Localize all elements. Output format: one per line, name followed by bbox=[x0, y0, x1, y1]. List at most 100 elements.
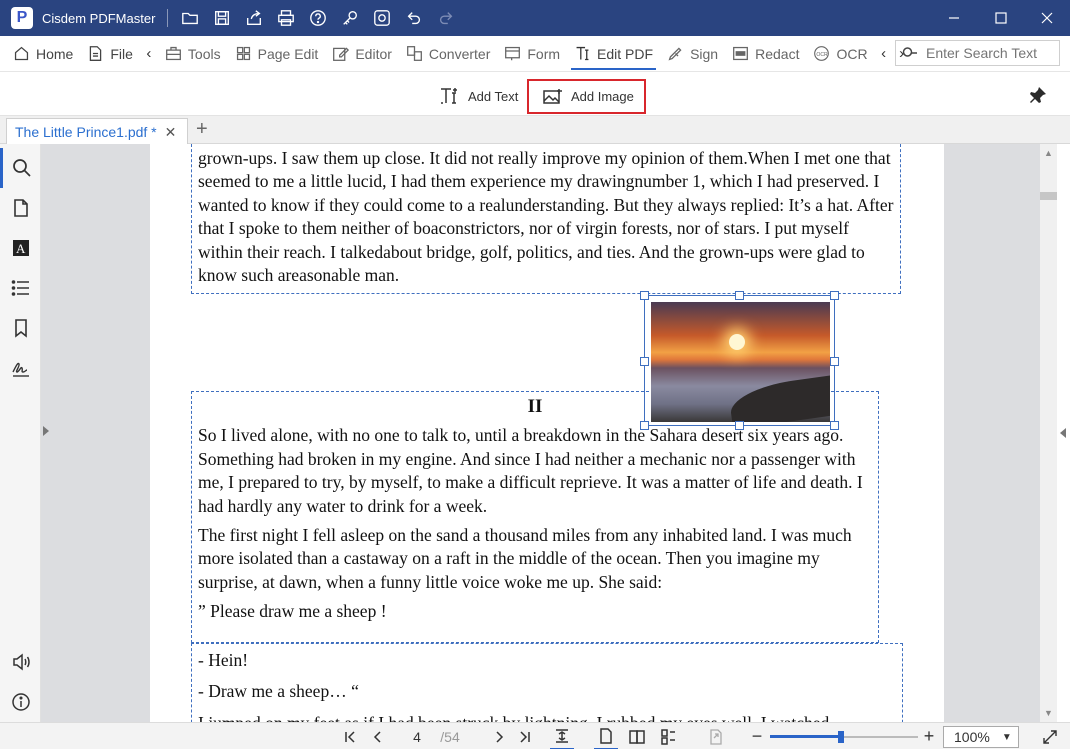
menu-converter[interactable]: Converter bbox=[399, 36, 497, 72]
zoom-in-icon[interactable]: + bbox=[920, 723, 938, 749]
line-draw-sheep: - Draw me a sheep… “ bbox=[198, 681, 359, 702]
document-tab-title: The Little Prince1.pdf * bbox=[15, 124, 157, 140]
close-window-button[interactable] bbox=[1024, 0, 1070, 36]
menu-converter-label: Converter bbox=[428, 45, 491, 62]
search-input[interactable] bbox=[926, 45, 1056, 61]
redo-icon[interactable] bbox=[430, 0, 462, 36]
close-tab-icon[interactable]: ✕ bbox=[165, 124, 177, 141]
scroll-down-icon[interactable]: ▼ bbox=[1044, 708, 1053, 718]
pin-icon[interactable] bbox=[1028, 85, 1048, 105]
text-block-1[interactable]: grown-ups. I saw them up close. It did n… bbox=[191, 144, 901, 294]
text-block-2[interactable]: II So I lived alone, with no one to talk… bbox=[191, 391, 879, 643]
fit-page-icon[interactable] bbox=[550, 723, 574, 749]
sidebar-read-aloud-icon[interactable] bbox=[0, 642, 41, 682]
sidebar-search-icon[interactable] bbox=[0, 148, 41, 188]
zoom-level-select[interactable]: 100% ▼ bbox=[943, 726, 1019, 748]
single-page-view-icon[interactable] bbox=[594, 723, 618, 749]
menu-tools-label: Tools bbox=[187, 45, 221, 62]
menu-scroll-left2-icon[interactable]: ‹ bbox=[875, 36, 893, 72]
menu-form[interactable]: Form bbox=[497, 36, 567, 72]
total-pages: /54 bbox=[440, 728, 460, 745]
sun-shape bbox=[729, 334, 745, 350]
menu-home-label: Home bbox=[36, 45, 74, 62]
menu-file[interactable]: File bbox=[80, 36, 140, 72]
menu-redact-label: Redact bbox=[755, 45, 800, 62]
next-page-icon[interactable] bbox=[489, 723, 509, 749]
maximize-button[interactable] bbox=[978, 0, 1024, 36]
minimize-button[interactable] bbox=[931, 0, 977, 36]
scroll-up-icon[interactable]: ▲ bbox=[1044, 148, 1053, 158]
add-text-icon bbox=[441, 88, 457, 104]
add-tab-icon[interactable]: + bbox=[196, 118, 208, 141]
fullscreen-icon[interactable] bbox=[1038, 723, 1062, 749]
document-viewport[interactable]: grown-ups. I saw them up close. It did n… bbox=[41, 144, 1057, 722]
menu-tools[interactable]: Tools bbox=[158, 36, 228, 72]
resize-handle-top[interactable] bbox=[735, 291, 744, 300]
search-box[interactable] bbox=[895, 40, 1060, 66]
menu-editor[interactable]: Editor bbox=[325, 36, 399, 72]
resize-handle-bottom-right[interactable] bbox=[830, 421, 839, 430]
sidebar-signature-icon[interactable] bbox=[0, 348, 41, 388]
edit-icon bbox=[333, 47, 350, 61]
toolbox-icon bbox=[165, 46, 181, 61]
menu-page-edit[interactable]: Page Edit bbox=[228, 36, 326, 72]
collapse-left-panel-icon[interactable] bbox=[43, 426, 49, 436]
last-page-icon[interactable] bbox=[515, 723, 535, 749]
sidebar-text-icon[interactable]: A bbox=[0, 228, 41, 268]
menu-edit-pdf[interactable]: Edit PDF bbox=[567, 36, 660, 72]
resize-handle-top-right[interactable] bbox=[830, 291, 839, 300]
help-icon[interactable] bbox=[302, 0, 334, 36]
menu-sign[interactable]: Sign bbox=[660, 36, 725, 72]
resize-handle-right[interactable] bbox=[830, 357, 839, 366]
open-folder-icon[interactable] bbox=[174, 0, 206, 36]
edit-pdf-toolbar: Add Text Add Image bbox=[0, 72, 1070, 116]
menu-page-edit-label: Page Edit bbox=[257, 45, 319, 62]
collapse-right-panel-icon[interactable] bbox=[1060, 428, 1066, 438]
vertical-scrollbar[interactable] bbox=[1040, 144, 1057, 722]
menu-ocr[interactable]: OCR OCR bbox=[806, 36, 874, 72]
line-hein: - Hein! bbox=[198, 650, 249, 670]
text-block-3[interactable]: - Hein! - Draw me a sheep… “ I jumped on… bbox=[191, 643, 903, 722]
two-page-view-icon[interactable] bbox=[625, 723, 649, 749]
zoom-slider-fill bbox=[770, 735, 841, 738]
first-page-icon[interactable] bbox=[340, 723, 360, 749]
redact-icon bbox=[733, 46, 749, 61]
resize-handle-bottom-left[interactable] bbox=[640, 421, 649, 430]
svg-text:A: A bbox=[16, 241, 26, 256]
menu-home[interactable]: Home bbox=[6, 36, 80, 72]
share-icon[interactable] bbox=[238, 0, 270, 36]
sidebar-outline-icon[interactable] bbox=[0, 268, 41, 308]
search-icon bbox=[902, 47, 917, 57]
menu-redact[interactable]: Redact bbox=[725, 36, 806, 72]
pdf-page[interactable]: grown-ups. I saw them up close. It did n… bbox=[150, 144, 944, 722]
save-icon[interactable] bbox=[206, 0, 238, 36]
key-icon[interactable] bbox=[334, 0, 366, 36]
export-page-icon[interactable] bbox=[704, 723, 728, 749]
resize-handle-bottom[interactable] bbox=[735, 421, 744, 430]
home-icon bbox=[14, 46, 29, 61]
previous-page-icon[interactable] bbox=[368, 723, 388, 749]
scrollbar-thumb[interactable] bbox=[1040, 192, 1057, 200]
sidebar-bookmark-icon[interactable] bbox=[0, 308, 41, 348]
print-icon[interactable] bbox=[270, 0, 302, 36]
undo-icon[interactable] bbox=[398, 0, 430, 36]
sidebar-page-icon[interactable] bbox=[0, 188, 41, 228]
app-logo: P bbox=[11, 7, 33, 29]
zoom-out-icon[interactable]: − bbox=[748, 723, 766, 749]
add-text-label: Add Text bbox=[468, 88, 519, 104]
menu-scroll-left-icon[interactable]: ‹ bbox=[140, 36, 158, 72]
sunset-image[interactable] bbox=[651, 302, 830, 422]
document-tab[interactable]: The Little Prince1.pdf * ✕ bbox=[6, 118, 188, 145]
resize-handle-left[interactable] bbox=[640, 357, 649, 366]
current-page-input[interactable] bbox=[400, 727, 434, 747]
sidebar-info-icon[interactable] bbox=[0, 682, 41, 722]
add-image-button[interactable]: Add Image bbox=[527, 79, 646, 114]
inserted-image-frame[interactable] bbox=[640, 291, 839, 430]
settings-icon[interactable] bbox=[366, 0, 398, 36]
add-text-button[interactable]: Add Text bbox=[432, 80, 526, 112]
resize-handle-top-left[interactable] bbox=[640, 291, 649, 300]
left-sidebar: A bbox=[0, 144, 41, 722]
scroll-view-icon[interactable] bbox=[656, 723, 680, 749]
menu-ocr-label: OCR bbox=[836, 45, 868, 62]
zoom-slider-knob[interactable] bbox=[838, 731, 844, 743]
